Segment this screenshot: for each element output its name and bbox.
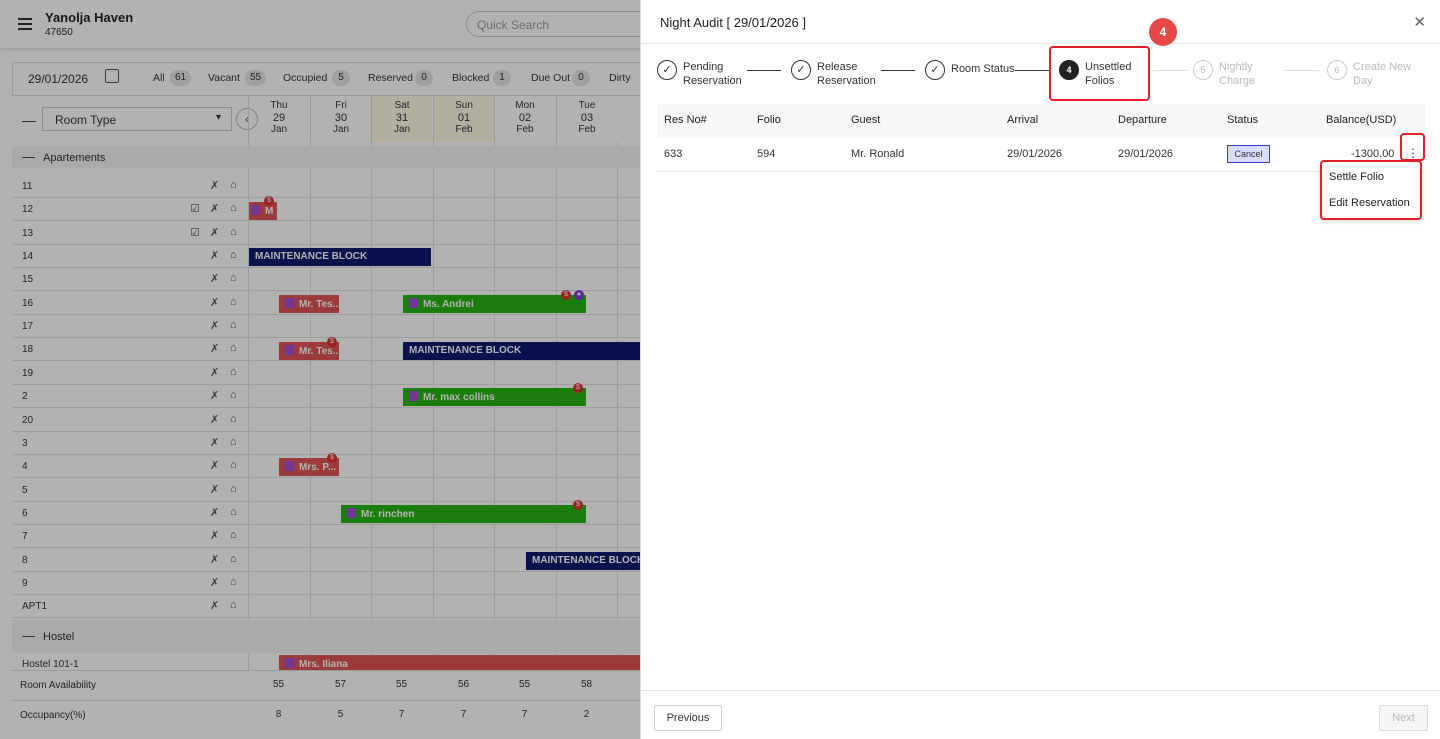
- step-callout-badge: 4: [1149, 18, 1177, 46]
- step-connector: [747, 70, 781, 71]
- col-balance: Balance(USD): [1326, 114, 1397, 126]
- step-label: Nightly: [1219, 61, 1253, 73]
- check-circle-icon: ✓: [657, 60, 677, 80]
- divider: [641, 43, 1440, 44]
- step-label: Day: [1353, 75, 1373, 87]
- check-circle-icon: ✓: [925, 60, 945, 80]
- col-status: Status: [1227, 114, 1259, 126]
- cell-guest: Mr. Ronald: [851, 148, 905, 160]
- step-label: Create New: [1353, 61, 1412, 73]
- cell-arrival: 29/01/2026: [1007, 148, 1063, 160]
- step-connector: [1285, 70, 1319, 71]
- step-label: Release: [817, 61, 858, 73]
- col-folio: Folio: [757, 114, 781, 126]
- cell-departure: 29/01/2026: [1118, 148, 1174, 160]
- highlight-box: [1049, 46, 1150, 101]
- cell-balance: -1300.00: [1351, 148, 1395, 160]
- row-divider: [657, 171, 1425, 172]
- col-departure: Departure: [1118, 114, 1167, 126]
- step-connector: [881, 70, 915, 71]
- modal-overlay[interactable]: [0, 0, 640, 739]
- step-number: 6: [1327, 60, 1347, 80]
- previous-button[interactable]: Previous: [654, 705, 722, 731]
- close-icon[interactable]: ✕: [1413, 13, 1426, 31]
- col-res-no: Res No#: [664, 114, 707, 126]
- footer-divider: [641, 690, 1440, 691]
- step-number: 5: [1193, 60, 1213, 80]
- step-connector: [1153, 70, 1187, 71]
- cell-folio: 594: [757, 148, 776, 160]
- next-button[interactable]: Next: [1379, 705, 1428, 731]
- cell-res-no: 633: [664, 148, 683, 160]
- step-label: Pending: [683, 61, 724, 73]
- highlight-box: [1400, 133, 1425, 161]
- check-circle-icon: ✓: [791, 60, 811, 80]
- col-guest: Guest: [851, 114, 881, 126]
- status-badge: Cancel: [1227, 145, 1270, 163]
- step-label: Reservation: [683, 75, 742, 87]
- step-label: Reservation: [817, 75, 876, 87]
- step-label: Charge: [1219, 75, 1256, 87]
- step-label: Room Status: [951, 63, 1015, 75]
- step-connector: [1015, 70, 1049, 71]
- night-audit-panel: Night Audit [ 29/01/2026 ] ✕ ✓ Pending Re…: [640, 0, 1440, 739]
- panel-title: Night Audit [ 29/01/2026 ]: [660, 15, 806, 30]
- col-arrival: Arrival: [1007, 114, 1039, 126]
- highlight-box: [1320, 160, 1422, 220]
